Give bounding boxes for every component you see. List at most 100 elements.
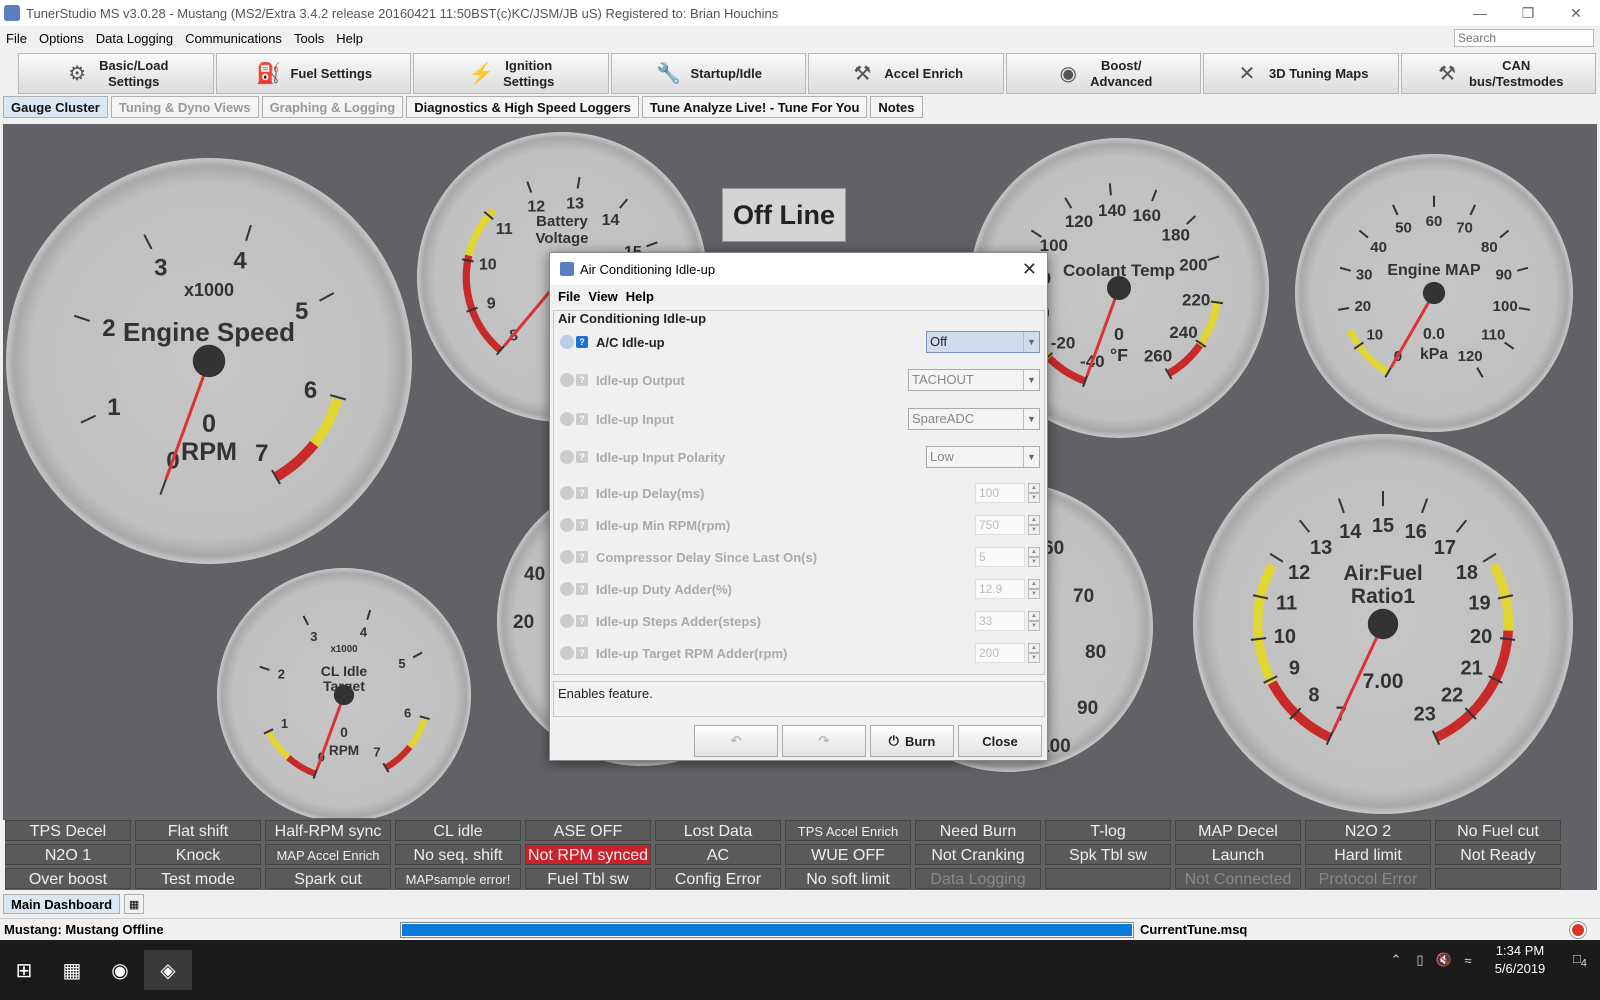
edit-icon[interactable]	[560, 646, 574, 660]
chevron-down-icon[interactable]: ▼	[1023, 409, 1039, 429]
help-icon[interactable]: ?	[576, 615, 588, 627]
spinner-down-icon[interactable]: ▼	[1028, 493, 1040, 503]
field-select[interactable]: Low ▼	[926, 446, 1040, 468]
edit-icon[interactable]	[560, 582, 574, 596]
field-select[interactable]: Off ▼	[926, 331, 1040, 353]
help-icon[interactable]: ?	[576, 519, 588, 531]
tab-notes[interactable]: Notes	[870, 96, 923, 118]
close-icon[interactable]: ✕	[1022, 259, 1037, 280]
tab-tuning-dyno-views[interactable]: Tuning & Dyno Views	[110, 96, 259, 118]
toolbar-button-5[interactable]: ◉ Boost/ Advanced	[1005, 53, 1201, 94]
toolbar-button-4[interactable]: ⚒ Accel Enrich	[808, 53, 1004, 94]
help-icon[interactable]: ?	[576, 583, 588, 595]
menu-data-logging[interactable]: Data Logging	[90, 31, 179, 46]
notification-icon[interactable]: □4	[1560, 951, 1600, 970]
dialog-menu-view[interactable]: View	[584, 289, 621, 304]
spinner-value[interactable]: 12.9	[975, 579, 1025, 599]
chevron-down-icon[interactable]: ▼	[1023, 332, 1039, 352]
dashboard-settings-icon[interactable]: ▦	[124, 894, 145, 914]
clock[interactable]: 1:34 PM 5/6/2019	[1480, 942, 1560, 978]
edit-icon[interactable]	[560, 486, 574, 500]
spinner-down-icon[interactable]: ▼	[1028, 557, 1040, 567]
edit-icon[interactable]	[560, 335, 574, 349]
edit-icon[interactable]	[560, 614, 574, 628]
spinner-down-icon[interactable]: ▼	[1028, 525, 1040, 535]
battery-icon[interactable]: ▯	[1408, 952, 1432, 968]
spinner-down-icon[interactable]: ▼	[1028, 653, 1040, 663]
close-button[interactable]: Close	[958, 725, 1042, 757]
tab-gauge-cluster[interactable]: Gauge Cluster	[3, 96, 108, 118]
search-input[interactable]	[1454, 29, 1594, 47]
spinner-up-icon[interactable]: ▲	[1028, 483, 1040, 493]
speaker-muted-icon[interactable]: 🔇	[1432, 952, 1456, 968]
field-spinner[interactable]: 12.9 ▲ ▼	[975, 579, 1040, 599]
help-icon[interactable]: ?	[576, 551, 588, 563]
help-icon[interactable]: ?	[576, 413, 588, 425]
edit-icon[interactable]	[560, 412, 574, 426]
edit-icon[interactable]	[560, 518, 574, 532]
tab-tune-analyze-live-tune-for-you[interactable]: Tune Analyze Live! - Tune For You	[641, 96, 868, 118]
edit-icon[interactable]	[560, 450, 574, 464]
spinner-up-icon[interactable]: ▲	[1028, 643, 1040, 653]
dialog-menu-file[interactable]: File	[554, 289, 584, 304]
menu-options[interactable]: Options	[33, 31, 90, 46]
field-spinner[interactable]: 5 ▲ ▼	[975, 547, 1040, 567]
menu-communications[interactable]: Communications	[179, 31, 288, 46]
edit-icon[interactable]	[560, 550, 574, 564]
help-icon[interactable]: ?	[576, 647, 588, 659]
burn-button[interactable]: ⏻ Burn	[870, 725, 954, 757]
spinner-value[interactable]: 33	[975, 611, 1025, 631]
toolbar-button-1[interactable]: ⛽ Fuel Settings	[215, 53, 411, 94]
help-icon[interactable]: ?	[576, 336, 588, 348]
menu-tools[interactable]: Tools	[288, 31, 330, 46]
undo-button[interactable]: ↶	[694, 725, 778, 757]
toolbar-button-0[interactable]: ⚙ Basic/Load Settings	[18, 53, 214, 94]
help-icon[interactable]: ?	[576, 487, 588, 499]
dialog-menu-help[interactable]: Help	[622, 289, 658, 304]
tab-graphing-logging[interactable]: Graphing & Logging	[261, 96, 404, 118]
tab-diagnostics-high-speed-loggers[interactable]: Diagnostics & High Speed Loggers	[406, 96, 639, 118]
restore-icon[interactable]: ❐	[1504, 0, 1552, 26]
tunerstudio-taskbar-icon[interactable]: ◈	[144, 950, 192, 990]
redo-button[interactable]: ↷	[782, 725, 866, 757]
field-spinner[interactable]: 200 ▲ ▼	[975, 643, 1040, 663]
spinner-value[interactable]: 5	[975, 547, 1025, 567]
wifi-icon[interactable]: ≈	[1456, 953, 1480, 968]
field-spinner[interactable]: 33 ▲ ▼	[975, 611, 1040, 631]
toolbar-button-3[interactable]: 🔧 Startup/Idle	[610, 53, 806, 94]
help-icon[interactable]: ?	[576, 374, 588, 386]
field-select[interactable]: TACHOUT ▼	[908, 369, 1040, 391]
connection-status-icon[interactable]	[1570, 922, 1586, 938]
chevron-down-icon[interactable]: ▼	[1023, 370, 1039, 390]
gauge-tick-label: 9	[487, 295, 496, 312]
indicator-light: Hard limit	[1305, 844, 1431, 865]
tab-main-dashboard[interactable]: Main Dashboard	[3, 894, 121, 914]
field-spinner[interactable]: 750 ▲ ▼	[975, 515, 1040, 535]
spinner-value[interactable]: 750	[975, 515, 1025, 535]
field-spinner[interactable]: 100 ▲ ▼	[975, 483, 1040, 503]
edit-icon[interactable]	[560, 373, 574, 387]
chrome-icon[interactable]: ◉	[96, 950, 144, 990]
toolbar-button-2[interactable]: ⚡ Ignition Settings	[413, 53, 609, 94]
spinner-up-icon[interactable]: ▲	[1028, 579, 1040, 589]
toolbar-button-7[interactable]: ⚒ CAN bus/Testmodes	[1400, 53, 1596, 94]
menu-help[interactable]: Help	[330, 31, 369, 46]
calculator-icon[interactable]: ▦	[48, 950, 96, 990]
spinner-down-icon[interactable]: ▼	[1028, 589, 1040, 599]
close-icon[interactable]: ✕	[1552, 0, 1600, 26]
spinner-down-icon[interactable]: ▼	[1028, 621, 1040, 631]
minimize-icon[interactable]: —	[1456, 0, 1504, 26]
help-icon[interactable]: ?	[576, 451, 588, 463]
toolbar-button-label: Boost/ Advanced	[1090, 57, 1153, 89]
toolbar-button-6[interactable]: ✕ 3D Tuning Maps	[1203, 53, 1399, 94]
spinner-value[interactable]: 200	[975, 643, 1025, 663]
menu-file[interactable]: File	[0, 31, 33, 46]
chevron-up-icon[interactable]: ⌃	[1384, 952, 1408, 968]
chevron-down-icon[interactable]: ▼	[1023, 447, 1039, 467]
windows-start-icon[interactable]: ⊞	[0, 950, 48, 990]
field-select[interactable]: SpareADC ▼	[908, 408, 1040, 430]
spinner-up-icon[interactable]: ▲	[1028, 611, 1040, 621]
spinner-value[interactable]: 100	[975, 483, 1025, 503]
spinner-up-icon[interactable]: ▲	[1028, 547, 1040, 557]
spinner-up-icon[interactable]: ▲	[1028, 515, 1040, 525]
